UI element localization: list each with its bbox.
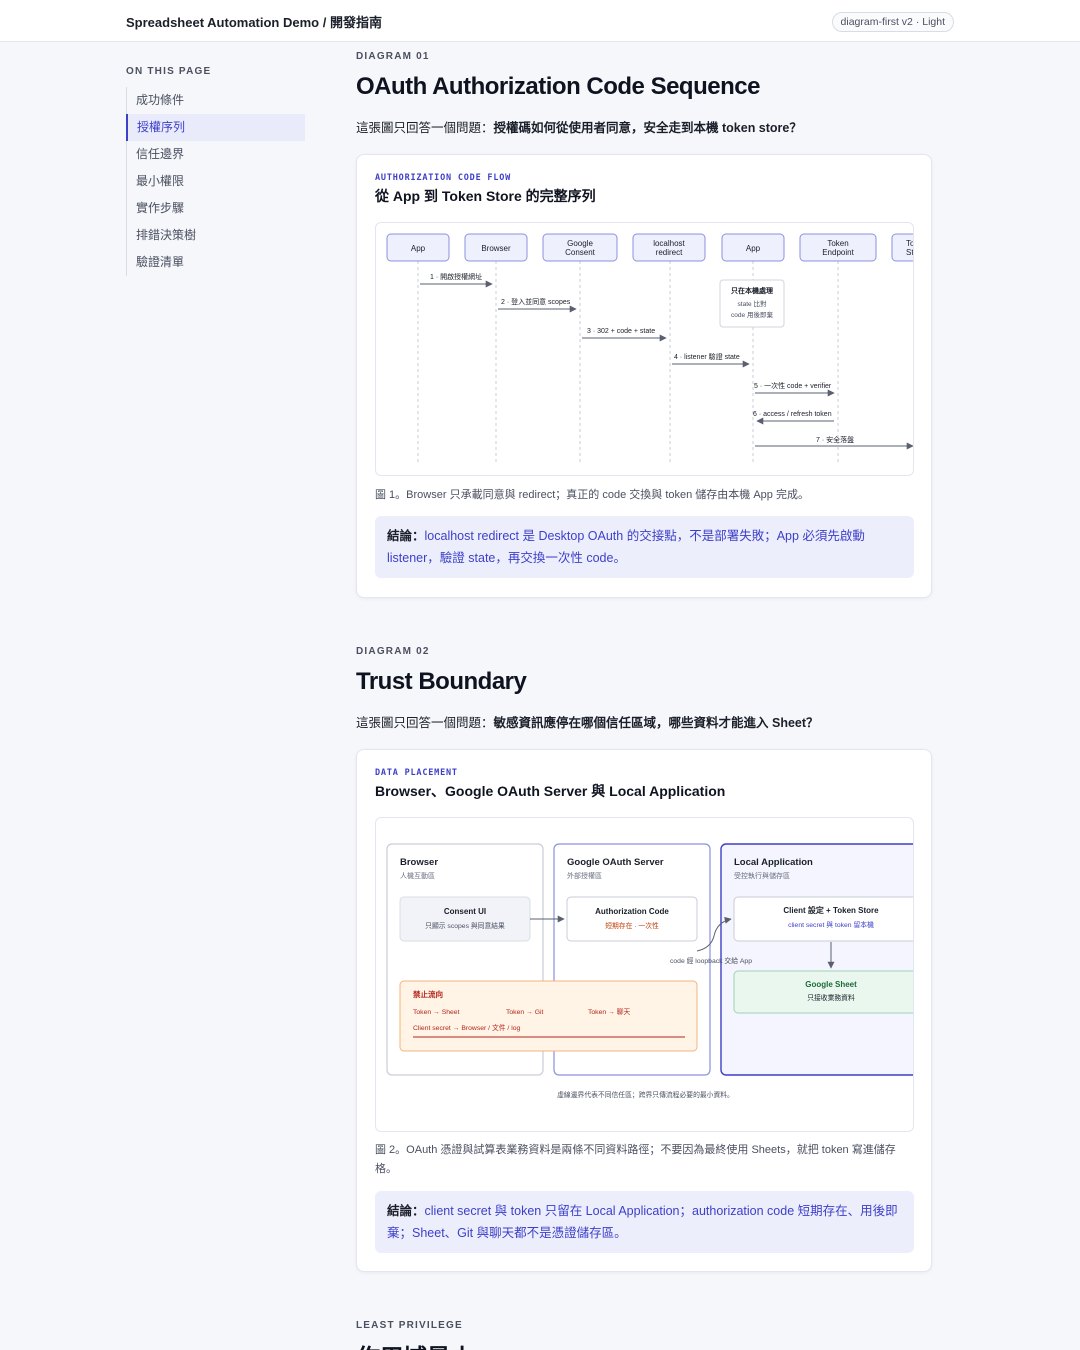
- client-token-store-box: Client 設定 + Token Store client secret 與 …: [733, 896, 913, 942]
- client-store-title: Client 設定 + Token Store: [783, 905, 879, 915]
- zone-google-subtitle: 外部授權區: [567, 871, 602, 880]
- actor-token-endpoint: Token Endpoint: [799, 233, 877, 262]
- section3-eyebrow: LEAST PRIVILEGE: [356, 1320, 463, 1331]
- diagram2-card-title: Browser、Google OAuth Server 與 Local Appl…: [375, 783, 726, 799]
- forbidden-title: 禁止流向: [413, 989, 443, 999]
- authorization-code-box: Authorization Code 短期存在 · 一次性: [566, 896, 698, 942]
- diagram1-conclusion: 結論：localhost redirect 是 Desktop OAuth 的交…: [375, 516, 914, 578]
- authcode-title: Authorization Code: [595, 907, 669, 916]
- diagram1-conclusion-text: localhost redirect 是 Desktop OAuth 的交接點，…: [387, 529, 865, 565]
- toc-item-troubleshooting-tree[interactable]: 排錯決策樹: [127, 222, 305, 249]
- toc-item-auth-sequence[interactable]: 授權序列: [126, 114, 305, 141]
- client-store-sub: client secret 與 token 留本機: [788, 920, 874, 929]
- actor-token-store-label-line1: To: [906, 239, 914, 248]
- sequence-diagram: App Browser Google Consent localhost red…: [375, 222, 914, 476]
- consent-ui-sub: 只顯示 scopes 與同意結果: [425, 921, 505, 930]
- actor-localhost-label-line2: redirect: [656, 248, 683, 257]
- diagram2-conclusion-label: 結論：: [387, 1204, 425, 1218]
- actor-token-endpoint-label-line1: Token: [827, 239, 848, 248]
- forbidden-flows-box: 禁止流向 Token → Sheet Token → Git Token → 聊…: [399, 980, 698, 1052]
- local-only-note: 只在本機處理 state 比對 code 用後即棄: [719, 279, 785, 328]
- authcode-sub: 短期存在 · 一次性: [605, 921, 659, 930]
- toc-heading: ON THIS PAGE: [126, 66, 212, 77]
- diagram2-eyebrow: DIAGRAM 02: [356, 646, 430, 657]
- app-title[interactable]: Spreadsheet Automation Demo / 開發指南: [126, 12, 382, 31]
- zone-google-title: Google OAuth Server: [567, 857, 664, 868]
- actor-token-store: To St: [891, 233, 914, 262]
- theme-badge[interactable]: diagram-first v2 · Light: [831, 12, 954, 32]
- diagram2-lead-question: 敏感資訊應停在哪個信任區域，哪些資料才能進入 Sheet？: [493, 716, 819, 730]
- zone-local-title: Local Application: [734, 857, 813, 868]
- msg-2-label: 2 · 登入並同意 scopes: [501, 297, 571, 306]
- consent-ui-box: Consent UI 只顯示 scopes 與同意結果: [399, 896, 531, 942]
- diagram2-conclusion-text: client secret 與 token 只留在 Local Applicat…: [387, 1204, 898, 1240]
- note-title: 只在本機處理: [731, 286, 773, 295]
- toc-item-least-privilege[interactable]: 最小權限: [127, 168, 305, 195]
- trust-boundary-diagram: Browser 人機互動區 Google OAuth Server 外部授權區 …: [375, 817, 914, 1132]
- diagram2-caption: 圖 2。OAuth 憑證與試算表業務資料是兩條不同資料路徑；不要因為最終使用 S…: [375, 1144, 896, 1175]
- google-sheet-box: Google Sheet 只接收業務資料: [733, 970, 913, 1014]
- toc-item-success-criteria[interactable]: 成功條件: [127, 87, 305, 114]
- actor-localhost-label-line1: localhost: [653, 239, 685, 248]
- toc-item-trust-boundary[interactable]: 信任邊界: [127, 141, 305, 168]
- zone-browser-title: Browser: [400, 857, 438, 868]
- actor-app-2: App: [721, 233, 785, 262]
- msg-3-label: 3 · 302 + code + state: [587, 328, 655, 335]
- diagram2-card: DATA PLACEMENT Browser、Google OAuth Serv…: [356, 749, 932, 1272]
- zone-browser-subtitle: 人機互動區: [400, 871, 435, 880]
- actor-google-consent: Google Consent: [542, 233, 618, 262]
- diagram1-caption: 圖 1。Browser 只承載同意與 redirect；真正的 code 交換與…: [375, 489, 809, 501]
- forbidden-item-2: Token → Git: [506, 1009, 544, 1016]
- diagram1-lead-question: 授權碼如何從使用者同意，安全走到本機 token store？: [493, 121, 802, 135]
- diagram1-eyebrow: DIAGRAM 01: [356, 51, 430, 62]
- toc-item-implementation-steps[interactable]: 實作步驟: [127, 195, 305, 222]
- actor-browser-label: Browser: [481, 244, 511, 253]
- actor-app: App: [386, 233, 450, 262]
- diagram2-kicker: DATA PLACEMENT: [375, 768, 458, 778]
- actor-app-label: App: [411, 244, 426, 253]
- sheet-sub: 只接收業務資料: [807, 993, 855, 1002]
- actor-google-consent-label-line1: Google: [567, 239, 593, 248]
- msg-4-label: 4 · listener 驗證 state: [674, 352, 740, 361]
- actor-app-2-label: App: [746, 244, 761, 253]
- diagram2-conclusion: 結論：client secret 與 token 只留在 Local Appli…: [375, 1191, 914, 1253]
- actor-token-store-label-line2: St: [906, 248, 914, 257]
- msg-6-label: 6 · access / refresh token: [753, 411, 832, 418]
- trust-footnote: 虛線邊界代表不同信任區；跨界只傳流程必要的最小資料。: [557, 1090, 734, 1099]
- note-line2: code 用後即棄: [731, 310, 773, 319]
- diagram1-card-title: 從 App 到 Token Store 的完整序列: [375, 188, 596, 204]
- sheet-title: Google Sheet: [805, 980, 857, 989]
- sequence-diagram-svg: App Browser Google Consent localhost red…: [386, 233, 914, 463]
- diagram1-lead-prefix: 這張圖只回答一個問題：: [356, 121, 494, 135]
- msg-1-label: 1 · 開啟授權網址: [430, 272, 482, 281]
- actor-token-endpoint-label-line2: Endpoint: [822, 248, 854, 257]
- diagram1-card: AUTHORIZATION CODE FLOW 從 App 到 Token St…: [356, 154, 932, 598]
- msg-5-label: 5 · 一次性 code + verifier: [754, 381, 832, 390]
- diagram1-title: OAuth Authorization Code Sequence: [356, 73, 760, 100]
- forbidden-item-4: Client secret → Browser / 文件 / log: [413, 1023, 520, 1032]
- actor-localhost-redirect: localhost redirect: [632, 233, 706, 262]
- loopback-label: code 經 loopback 交給 App: [670, 956, 752, 965]
- toc-item-verification-checklist[interactable]: 驗證清單: [127, 249, 305, 276]
- note-line1: state 比對: [738, 299, 767, 308]
- diagram2-lead-prefix: 這張圖只回答一個問題：: [356, 716, 494, 730]
- consent-ui-title: Consent UI: [444, 907, 486, 916]
- actor-google-consent-label-line2: Consent: [565, 248, 596, 257]
- msg-7-label: 7 · 安全落盤: [816, 435, 854, 444]
- diagram1-conclusion-label: 結論：: [387, 529, 425, 543]
- top-bar: Spreadsheet Automation Demo / 開發指南 diagr…: [0, 0, 1080, 42]
- section3-title: 作用域最小: [356, 1338, 474, 1350]
- actor-browser: Browser: [464, 233, 528, 262]
- diagram2-title: Trust Boundary: [356, 668, 527, 695]
- diagram2-lead: 這張圖只回答一個問題：敏感資訊應停在哪個信任區域，哪些資料才能進入 Sheet？: [356, 712, 819, 731]
- diagram1-lead: 這張圖只回答一個問題：授權碼如何從使用者同意，安全走到本機 token stor…: [356, 117, 802, 136]
- zone-local-subtitle: 受控執行與儲存區: [734, 871, 790, 880]
- forbidden-item-1: Token → Sheet: [413, 1009, 460, 1016]
- toc-nav: 成功條件 授權序列 信任邊界 最小權限 實作步驟 排錯決策樹 驗證清單: [126, 87, 305, 276]
- diagram1-kicker: AUTHORIZATION CODE FLOW: [375, 173, 512, 183]
- forbidden-item-3: Token → 聊天: [588, 1007, 631, 1016]
- trust-boundary-svg: Browser 人機互動區 Google OAuth Server 外部授權區 …: [386, 843, 913, 1099]
